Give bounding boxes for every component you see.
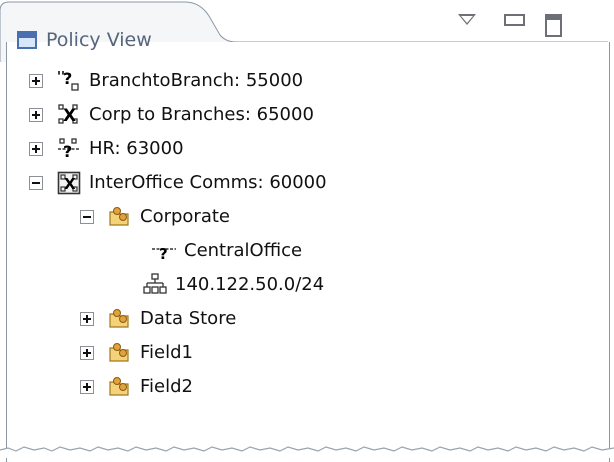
tree-item-data-store[interactable]: Data Store xyxy=(80,304,236,334)
expand-toggle[interactable] xyxy=(80,312,94,326)
expand-toggle[interactable] xyxy=(29,74,43,88)
collapse-toggle[interactable] xyxy=(29,176,43,190)
tree-item-hr[interactable]: ? HR: 63000 xyxy=(29,134,184,164)
tree-item-network[interactable]: 140.122.50.0/24 xyxy=(143,270,324,300)
tree-item-corp-to-branches[interactable]: X Corp to Branches: 65000 xyxy=(29,100,314,130)
group-label: Field1 xyxy=(140,342,193,363)
tree-item-corporate[interactable]: Corporate xyxy=(80,202,230,232)
network-label: 140.122.50.0/24 xyxy=(175,274,325,295)
network-icon xyxy=(143,273,167,294)
tree-item-field1[interactable]: Field1 xyxy=(80,338,193,368)
group-icon xyxy=(109,377,129,396)
policy-view-panel: Policy View '' ? BranchtoBranch: 55000 X xyxy=(0,0,614,462)
policy-partial-icon: '' ? xyxy=(57,69,79,91)
policy-label: HR: 63000 xyxy=(89,138,184,159)
group-label: Corporate xyxy=(140,206,230,227)
group-icon xyxy=(109,343,129,362)
minimize-icon[interactable] xyxy=(504,14,525,26)
expand-toggle[interactable] xyxy=(80,380,94,394)
svg-text:?: ? xyxy=(159,245,168,263)
gateway-label: CentralOffice xyxy=(184,240,303,261)
view-tab-title[interactable]: Policy View xyxy=(46,29,152,51)
policy-label: Corp to Branches: 65000 xyxy=(89,104,314,125)
policy-hubspoke-icon: ? xyxy=(58,138,80,161)
expand-toggle[interactable] xyxy=(29,142,43,156)
expand-toggle[interactable] xyxy=(29,108,43,122)
policy-meshbox-icon: X xyxy=(57,171,81,195)
policy-mesh-icon: X xyxy=(58,104,78,126)
gateway-icon: ? xyxy=(152,245,176,263)
tree-item-branchtobranch[interactable]: '' ? BranchtoBranch: 55000 xyxy=(29,66,303,96)
svg-text:X: X xyxy=(63,106,76,126)
tree-item-field2[interactable]: Field2 xyxy=(80,372,193,402)
svg-text:?: ? xyxy=(63,142,72,161)
svg-text:?: ? xyxy=(63,69,72,88)
tree-item-interoffice-comms[interactable]: X InterOffice Comms: 60000 xyxy=(29,168,327,198)
collapse-toggle[interactable] xyxy=(80,210,94,224)
group-label: Field2 xyxy=(140,376,193,397)
policy-label: InterOffice Comms: 60000 xyxy=(89,172,327,193)
view-menu-icon[interactable] xyxy=(458,14,476,25)
policy-label: BranchtoBranch: 55000 xyxy=(89,70,304,91)
policy-view-icon xyxy=(17,31,37,49)
group-label: Data Store xyxy=(140,308,237,329)
torn-edge xyxy=(0,446,614,458)
group-icon xyxy=(109,309,129,328)
tree-item-centraloffice[interactable]: ? CentralOffice xyxy=(152,236,302,266)
group-icon xyxy=(109,207,129,226)
expand-toggle[interactable] xyxy=(80,346,94,360)
maximize-icon[interactable] xyxy=(545,14,562,37)
svg-text:X: X xyxy=(64,175,76,193)
